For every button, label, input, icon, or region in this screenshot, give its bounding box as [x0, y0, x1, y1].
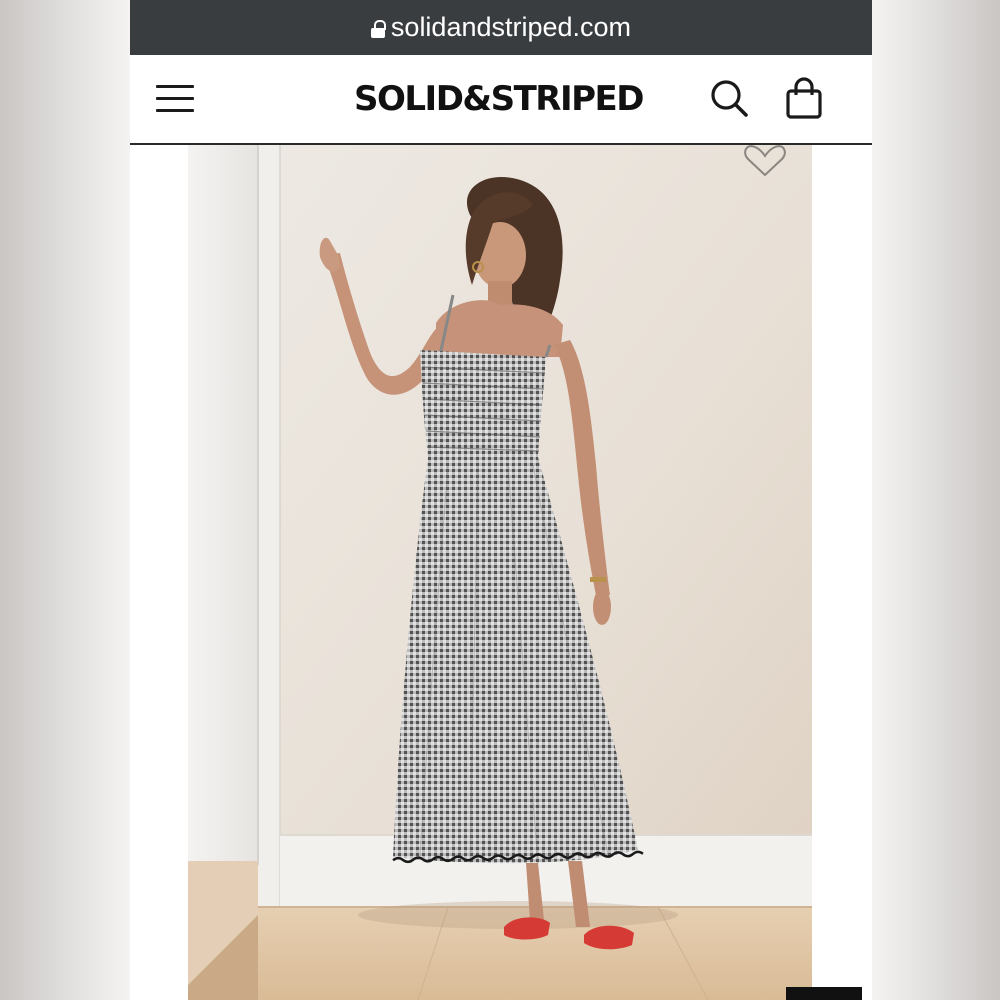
- heart-icon[interactable]: [742, 145, 788, 179]
- corner-control[interactable]: [786, 987, 862, 1000]
- site-header: SOLID&STRIPED: [130, 55, 872, 145]
- lock-icon: [370, 20, 386, 38]
- phone-screen: solidandstriped.com SOLID&STRIPED: [130, 0, 872, 1000]
- shopping-bag-icon[interactable]: [782, 75, 826, 123]
- brand-logo[interactable]: SOLID&STRIPED: [354, 77, 644, 121]
- product-gallery: [130, 145, 872, 1000]
- product-photo[interactable]: [188, 145, 812, 1000]
- url-text[interactable]: solidandstriped.com: [391, 12, 631, 43]
- browser-url-bar[interactable]: solidandstriped.com: [130, 0, 872, 55]
- hamburger-menu-icon[interactable]: [154, 79, 198, 119]
- search-icon[interactable]: [708, 77, 752, 121]
